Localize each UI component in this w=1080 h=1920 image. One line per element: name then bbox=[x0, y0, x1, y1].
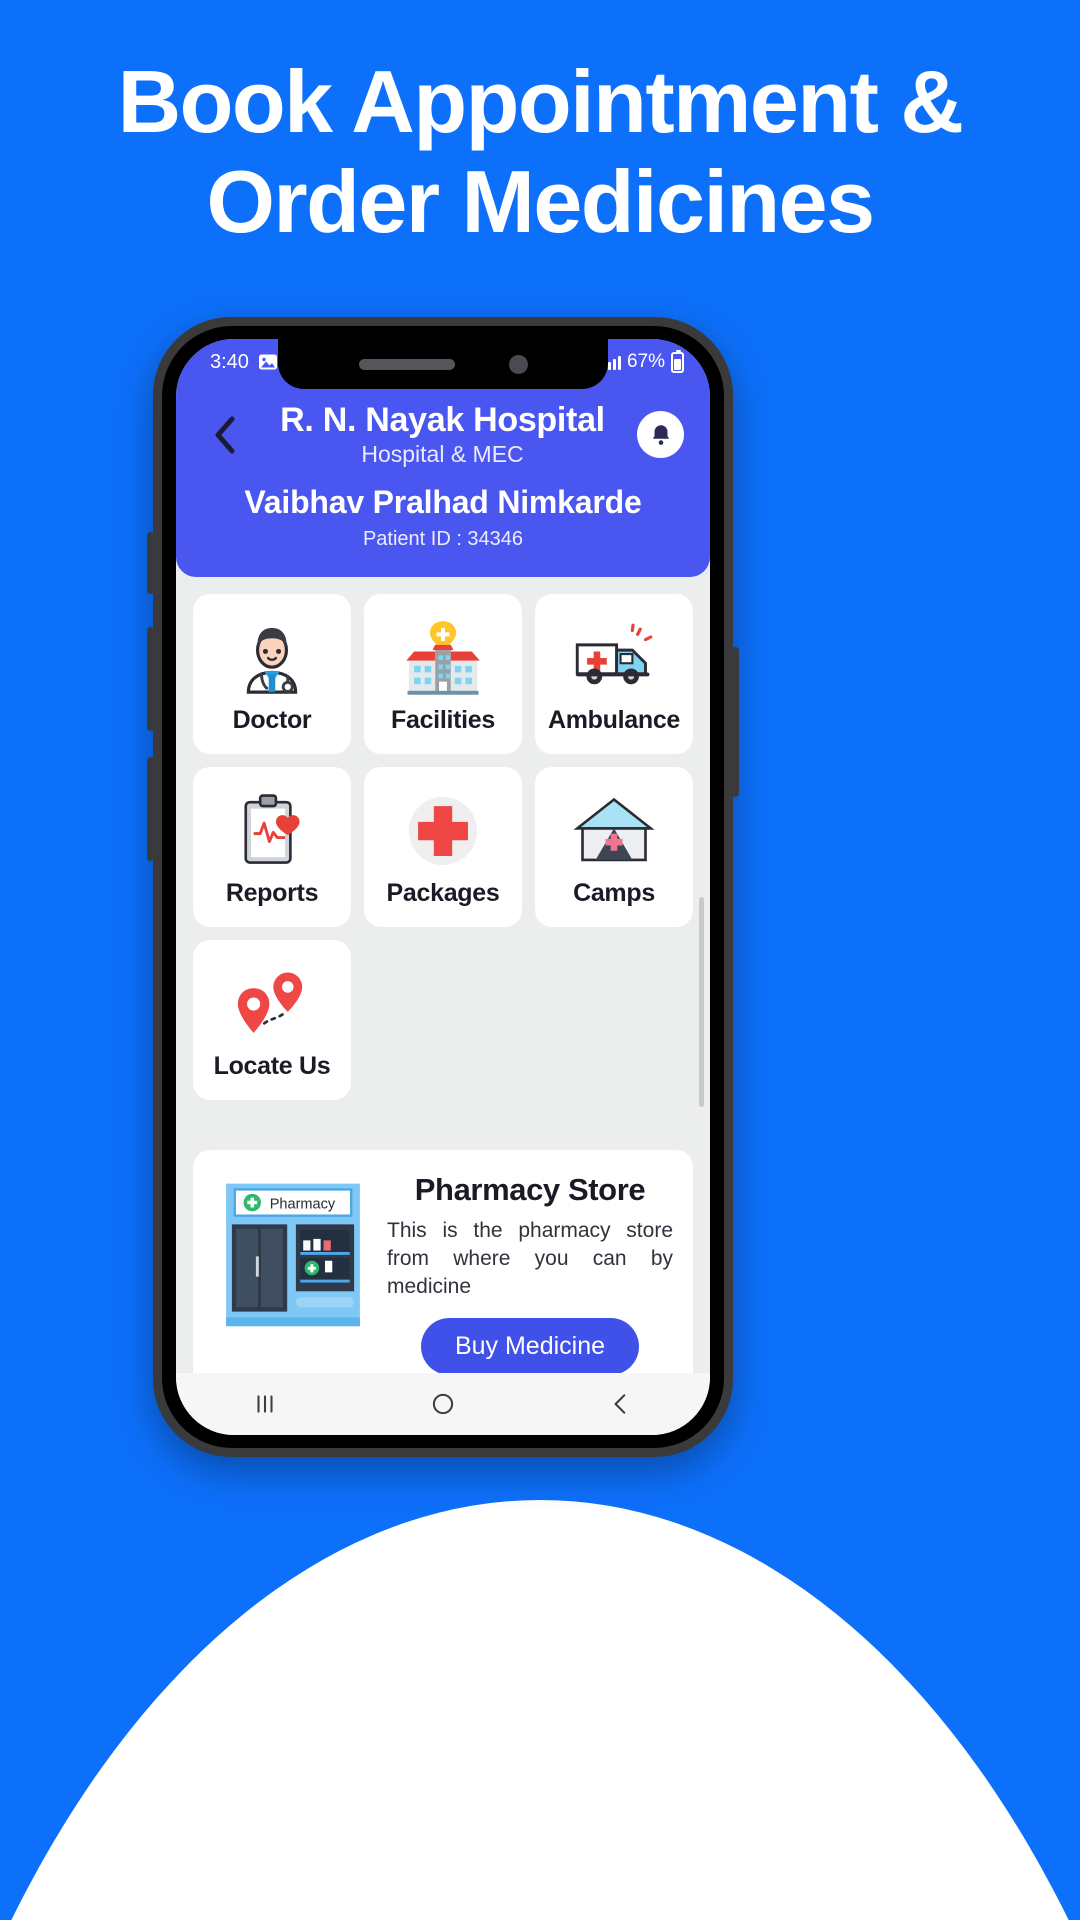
buy-medicine-button[interactable]: Buy Medicine bbox=[420, 1317, 640, 1373]
tile-packages[interactable]: Packages bbox=[364, 767, 522, 928]
header-top-row: R. N. Nayak Hospital Hospital & MEC bbox=[202, 401, 684, 468]
app-content: Doctor Facilities Ambulance Reports Pack… bbox=[176, 577, 710, 1373]
recents-icon bbox=[257, 1395, 273, 1413]
pharmacy-store-card: Pharmacy Pharmacy Store This is the phar… bbox=[193, 1150, 693, 1373]
tile-facilities[interactable]: Facilities bbox=[364, 594, 522, 755]
tile-ambulance[interactable]: Ambulance bbox=[535, 594, 693, 755]
volume-up-button bbox=[147, 627, 154, 731]
recents-button[interactable] bbox=[230, 1384, 300, 1424]
status-time: 3:40 bbox=[210, 350, 249, 373]
header-titles: R. N. Nayak Hospital Hospital & MEC bbox=[248, 401, 637, 468]
pharmacy-storefront-image: Pharmacy bbox=[213, 1172, 373, 1337]
phone-side-button bbox=[147, 532, 154, 594]
page-headline: Book Appointment & Order Medicines bbox=[0, 52, 1080, 253]
tile-reports[interactable]: Reports bbox=[193, 767, 351, 928]
pharmacy-title: Pharmacy Store bbox=[414, 1172, 646, 1208]
tile-label: Packages bbox=[386, 878, 500, 907]
tile-label: Camps bbox=[573, 878, 655, 907]
battery-percent-label: 67% bbox=[626, 351, 665, 372]
ambulance-icon bbox=[572, 614, 656, 702]
hospital-name: R. N. Nayak Hospital bbox=[280, 401, 605, 439]
phone-mockup: 3:40 67% R. N. Nayak Hospital Hospital &… bbox=[147, 317, 739, 1457]
tile-label: Locate Us bbox=[213, 1051, 331, 1080]
bell-icon bbox=[652, 424, 669, 445]
tile-label: Ambulance bbox=[547, 705, 681, 734]
phone-screen: 3:40 67% R. N. Nayak Hospital Hospital &… bbox=[176, 339, 710, 1435]
tile-locate-us[interactable]: Locate Us bbox=[193, 940, 351, 1101]
scrollbar[interactable] bbox=[699, 897, 704, 1108]
tile-doctor[interactable]: Doctor bbox=[193, 594, 351, 755]
pharmacy-text-block: Pharmacy Store This is the pharmacy stor… bbox=[387, 1172, 673, 1373]
tile-label: Doctor bbox=[232, 705, 312, 734]
earpiece-speaker bbox=[358, 358, 455, 370]
doctor-icon bbox=[230, 614, 314, 702]
nav-back-button[interactable] bbox=[586, 1384, 656, 1424]
phone-bezel: 3:40 67% R. N. Nayak Hospital Hospital &… bbox=[162, 326, 724, 1448]
pharmacy-sign-label: Pharmacy bbox=[270, 1197, 336, 1213]
android-nav-bar bbox=[176, 1373, 710, 1435]
pharmacy-description: This is the pharmacy store from where yo… bbox=[387, 1219, 673, 1298]
notification-button[interactable] bbox=[637, 411, 684, 459]
headline-line-2: Order Medicines bbox=[206, 152, 875, 252]
red-cross-icon bbox=[401, 787, 485, 875]
home-circle-icon bbox=[432, 1393, 454, 1415]
back-button[interactable] bbox=[202, 412, 248, 458]
image-icon bbox=[258, 354, 277, 370]
headline-line-1: Book Appointment & bbox=[117, 52, 964, 151]
clipboard-heart-icon bbox=[230, 787, 314, 875]
patient-id: Patient ID : 34346 bbox=[362, 528, 524, 551]
app-header: R. N. Nayak Hospital Hospital & MEC Vaib… bbox=[176, 385, 710, 578]
background-arc bbox=[0, 1500, 1080, 1920]
power-button bbox=[732, 647, 739, 797]
map-pins-icon bbox=[230, 960, 314, 1048]
back-chevron-icon bbox=[614, 1394, 626, 1414]
hospital-subtitle: Hospital & MEC bbox=[361, 441, 524, 468]
front-camera bbox=[508, 354, 528, 374]
battery-icon bbox=[671, 349, 684, 373]
patient-name: Vaibhav Pralhad Nimkarde bbox=[244, 484, 642, 521]
tile-label: Reports bbox=[225, 878, 319, 907]
volume-down-button bbox=[147, 757, 154, 861]
home-button[interactable] bbox=[408, 1384, 478, 1424]
phone-notch bbox=[278, 339, 608, 389]
tile-camps[interactable]: Camps bbox=[535, 767, 693, 928]
tile-label: Facilities bbox=[391, 705, 495, 734]
chevron-left-icon bbox=[215, 416, 235, 454]
service-grid: Doctor Facilities Ambulance Reports Pack… bbox=[193, 594, 693, 1101]
medical-tent-icon bbox=[572, 787, 656, 875]
hospital-building-icon bbox=[401, 614, 485, 702]
